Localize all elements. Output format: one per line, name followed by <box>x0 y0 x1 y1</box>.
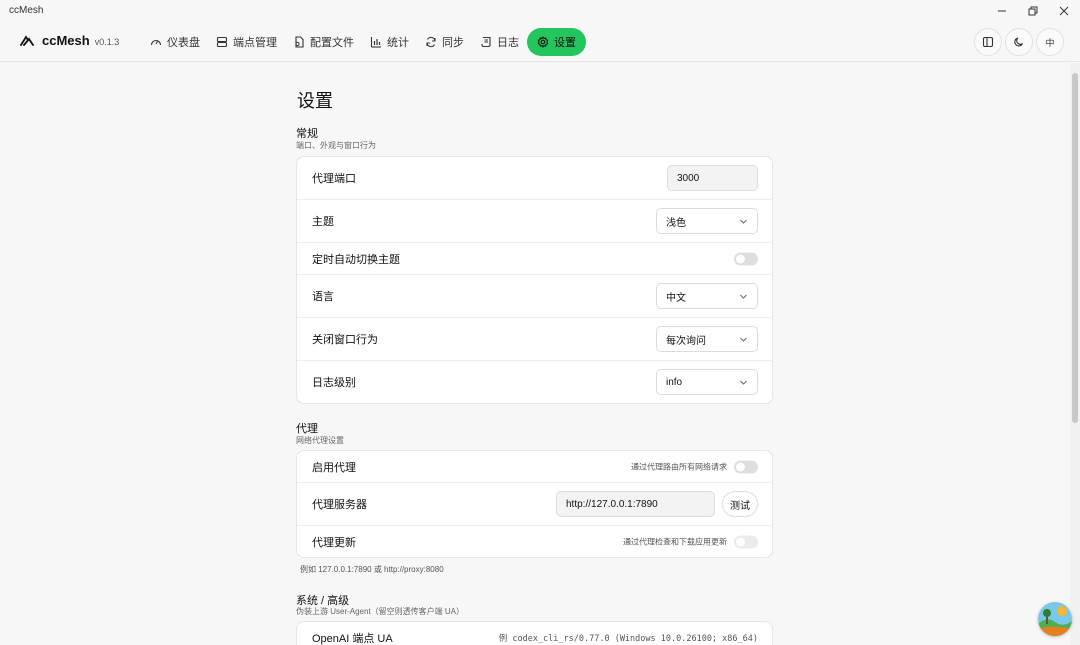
landscape-avatar-icon <box>1038 602 1072 636</box>
gauge-icon <box>150 39 162 46</box>
app-version: v0.1.3 <box>94 36 120 47</box>
sidebar-icon <box>982 36 994 48</box>
setting-label: 启用代理 <box>312 461 356 474</box>
setting-hint: 通过代理路由所有网络请求 <box>631 462 727 471</box>
logo-icon <box>20 34 34 46</box>
close-behavior-select[interactable]: 每次询问 <box>656 326 758 352</box>
setting-row-openai-ua: OpenAI 端点 UA 例 codex_cli_rs/0.77.0 (Wind… <box>297 622 772 645</box>
moon-icon <box>1014 37 1024 47</box>
setting-row-proxy-update: 代理更新 通过代理检查和下载应用更新 <box>297 526 772 557</box>
avatar[interactable] <box>1038 602 1072 636</box>
nav-item-label: 日志 <box>497 37 519 49</box>
test-proxy-button[interactable]: 测试 <box>722 491 758 517</box>
general-settings-card: 代理端口 3000 主题 浅色 定时自动切换主题 语言 中文 关闭窗口行为 每次… <box>296 156 773 404</box>
server-icon <box>216 36 228 48</box>
language-button[interactable]: 中 <box>1036 28 1064 56</box>
toggle-sidebar-button[interactable] <box>974 28 1002 56</box>
setting-row-close-behavior: 关闭窗口行为 每次询问 <box>297 318 772 361</box>
advanced-settings-card: OpenAI 端点 UA 例 codex_cli_rs/0.77.0 (Wind… <box>296 621 773 645</box>
setting-row-language: 语言 中文 <box>297 275 772 318</box>
section-subtitle-advanced: 伪装上游 User-Agent（留空则透传客户端 UA） <box>296 607 465 616</box>
chevron-down-icon <box>740 294 747 299</box>
section-subtitle-proxy: 网络代理设置 <box>296 436 344 445</box>
theme-select[interactable]: 浅色 <box>656 208 758 234</box>
sync-icon <box>426 36 436 48</box>
window-title: ccMesh <box>9 5 44 16</box>
nav-item-label: 端点管理 <box>233 37 277 49</box>
nav-item-label: 同步 <box>442 37 464 49</box>
nav-item-label: 统计 <box>387 37 409 49</box>
section-title-proxy: 代理 <box>296 423 318 435</box>
nav-actions: 中 <box>971 28 1064 56</box>
setting-row-theme: 主题 浅色 <box>297 200 772 243</box>
select-value: 每次询问 <box>666 335 706 347</box>
nav-tabs: 仪表盘 端点管理 配置文件 统计 同步 日志 设置 <box>142 28 586 56</box>
nav-item-endpoints[interactable]: 端点管理 <box>208 28 285 56</box>
nav-item-stats[interactable]: 统计 <box>362 28 417 56</box>
scroll-icon <box>481 36 491 48</box>
setting-label: 定时自动切换主题 <box>312 253 400 266</box>
proxy-settings-card: 启用代理 通过代理路由所有网络请求 代理服务器 http://127.0.0.1… <box>296 450 773 558</box>
minimize-icon <box>998 10 1006 12</box>
openai-ua-input[interactable]: 例 codex_cli_rs/0.77.0 (Windows 10.0.2610… <box>499 632 758 644</box>
setting-label: OpenAI 端点 UA <box>312 633 393 645</box>
select-value: info <box>666 376 683 388</box>
setting-label: 代理服务器 <box>312 499 367 511</box>
gear-icon <box>537 36 549 48</box>
language-select[interactable]: 中文 <box>656 283 758 309</box>
close-icon <box>1059 6 1069 16</box>
setting-label: 日志级别 <box>312 377 356 389</box>
setting-row-log-level: 日志级别 info <box>297 361 772 403</box>
setting-row-enable-proxy: 启用代理 通过代理路由所有网络请求 <box>297 451 772 483</box>
setting-label: 语言 <box>312 291 334 303</box>
restore-icon <box>1028 6 1038 16</box>
setting-label: 主题 <box>312 216 334 228</box>
scrollbar-thumb[interactable] <box>1072 73 1078 423</box>
auto-theme-toggle[interactable] <box>734 252 758 265</box>
nav-item-label: 仪表盘 <box>167 37 200 49</box>
log-level-select[interactable]: info <box>656 369 758 395</box>
brand[interactable]: ccMesh v0.1.3 <box>20 33 119 48</box>
nav-item-settings[interactable]: 设置 <box>527 28 586 56</box>
select-value: 中文 <box>666 292 686 304</box>
section-subtitle-general: 端口、外观与窗口行为 <box>296 141 376 150</box>
nav-item-sync[interactable]: 同步 <box>417 28 472 56</box>
setting-row-port: 代理端口 3000 <box>297 157 772 200</box>
setting-label: 代理端口 <box>312 173 356 185</box>
section-title-general: 常规 <box>296 128 318 140</box>
setting-label: 代理更新 <box>312 536 356 549</box>
close-button[interactable] <box>1049 2 1079 20</box>
setting-label: 关闭窗口行为 <box>312 334 378 346</box>
setting-hint: 通过代理检查和下载应用更新 <box>623 537 727 546</box>
nav-item-profiles[interactable]: 配置文件 <box>285 28 362 56</box>
page-scrollbar[interactable] <box>1070 63 1080 645</box>
nav-item-logs[interactable]: 日志 <box>472 28 527 56</box>
bar-chart-icon <box>370 37 381 48</box>
select-value: 浅色 <box>666 217 686 229</box>
enable-proxy-toggle[interactable] <box>734 460 758 473</box>
setting-row-auto-theme: 定时自动切换主题 <box>297 243 772 275</box>
maximize-button[interactable] <box>1018 2 1048 20</box>
brand-name: ccMesh <box>42 33 90 48</box>
chevron-down-icon <box>740 337 747 342</box>
proxy-server-input[interactable]: http://127.0.0.1:7890 <box>556 491 715 517</box>
chevron-down-icon <box>740 219 747 224</box>
nav-item-label: 配置文件 <box>310 37 354 49</box>
nav-item-label: 设置 <box>554 37 576 49</box>
theme-toggle-button[interactable] <box>1005 28 1033 56</box>
file-icon <box>295 36 304 48</box>
top-navbar: ccMesh v0.1.3 仪表盘 端点管理 配置文件 统计 同步 日志 设置 … <box>0 22 1080 62</box>
proxy-update-toggle[interactable] <box>734 535 758 548</box>
chevron-down-icon <box>740 380 747 385</box>
title-bar: ccMesh <box>0 0 1080 22</box>
minimize-button[interactable] <box>987 2 1017 20</box>
setting-row-proxy-server: 代理服务器 http://127.0.0.1:7890 测试 <box>297 483 772 526</box>
proxy-example-note: 例如 127.0.0.1:7890 或 http://proxy:8080 <box>300 565 444 574</box>
proxy-port-input[interactable]: 3000 <box>667 165 758 191</box>
nav-item-dashboard[interactable]: 仪表盘 <box>142 28 208 56</box>
page-title: 设置 <box>297 91 333 111</box>
